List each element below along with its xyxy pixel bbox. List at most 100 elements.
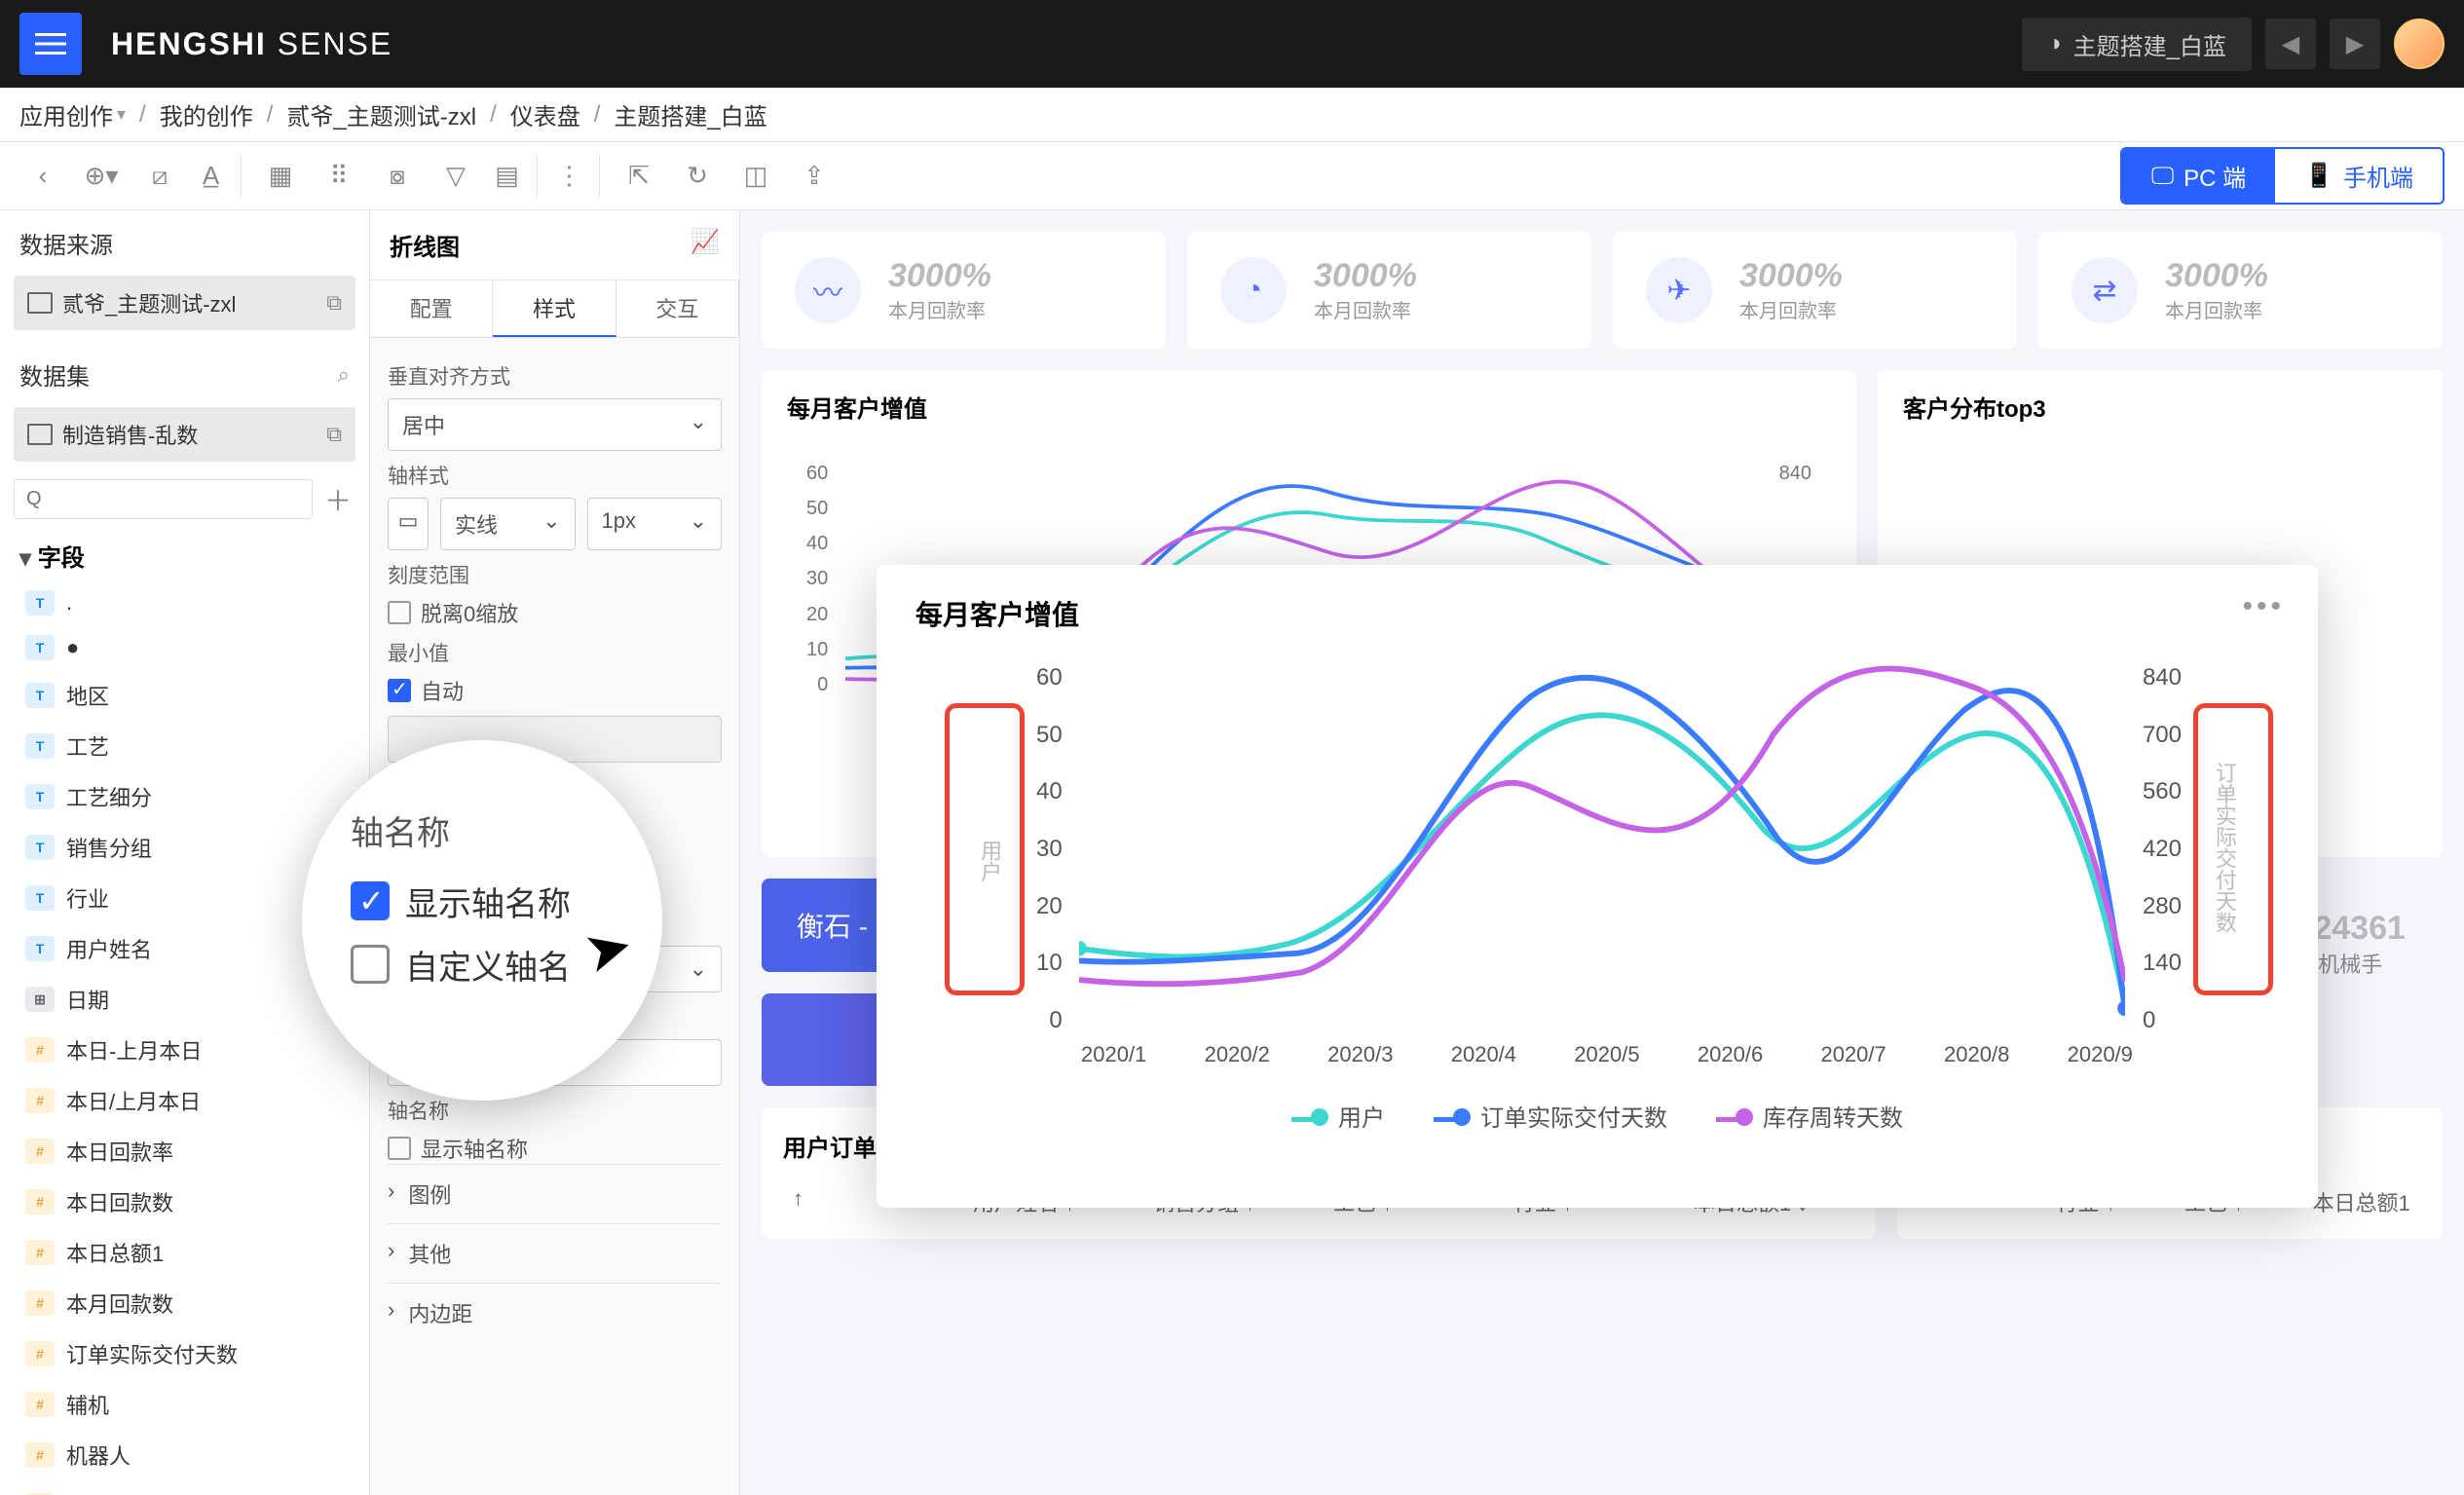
valign-select[interactable]: 居中⌄ — [388, 398, 722, 451]
grid-icon[interactable]: ▤ — [491, 153, 538, 200]
chart-icon[interactable]: ⧄ — [136, 153, 183, 200]
field-name: 本日总额1 — [66, 1237, 164, 1268]
th[interactable]: 本日总额1 — [2313, 1186, 2412, 1217]
type-badge: T — [25, 835, 55, 860]
type-badge: T — [25, 885, 55, 911]
field-item[interactable]: T工艺 — [0, 721, 369, 771]
range-label: 刻度范围 — [388, 560, 722, 589]
line-chart-icon[interactable]: 📈 — [691, 228, 720, 262]
field-item[interactable]: #机器人 — [0, 1430, 369, 1480]
kpi-card[interactable]: ◔3000%本月回款率 — [1187, 232, 1591, 349]
field-item[interactable]: #本月回款数 — [0, 1278, 369, 1328]
axis-color[interactable]: ▭ — [388, 498, 429, 550]
theme-selector[interactable]: ◑ 主题搭建_白蓝 — [2022, 18, 2252, 71]
field-name: 本日回款率 — [66, 1136, 173, 1167]
nav-prev[interactable]: ◀ — [2265, 19, 2316, 69]
field-item[interactable]: T工艺细分 — [0, 771, 369, 822]
crumb[interactable]: 我的创作 — [160, 97, 253, 131]
device-mobile[interactable]: 📱手机端 — [2275, 149, 2443, 203]
refresh-icon[interactable]: ↻ — [674, 153, 721, 200]
crumb[interactable]: 仪表盘 — [510, 97, 580, 131]
crumb[interactable]: 贰爷_主题测试-zxl — [286, 97, 476, 131]
field-item[interactable]: #本日回款率 — [0, 1126, 369, 1177]
zoom-icon[interactable]: ⊕▾ — [78, 153, 125, 200]
field-name: 辅机 — [66, 1389, 109, 1420]
crumb[interactable]: 应用创作 — [19, 97, 113, 131]
more-icon[interactable]: ⋮ — [553, 153, 600, 200]
auto-checkbox[interactable]: 自动 — [388, 675, 722, 706]
field-item[interactable]: #本日/上月本日 — [0, 1075, 369, 1126]
popup-title: 每月客户增值 — [915, 594, 2279, 633]
field-item[interactable]: #辅机 — [0, 1379, 369, 1430]
show-axis-name-checkbox[interactable]: 显示轴名称 — [388, 1133, 722, 1164]
type-badge: T — [25, 635, 55, 660]
line-width-select[interactable]: 1px⌄ — [587, 498, 723, 550]
tab-config[interactable]: 配置 — [370, 280, 493, 337]
topbar: HENGSHI SENSE ◑ 主题搭建_白蓝 ◀ ▶ — [0, 0, 2464, 88]
field-name: . — [66, 590, 72, 616]
field-item[interactable]: # 本日-上月本日 — [0, 1025, 369, 1075]
field-item[interactable]: # 本日回款数 — [0, 1177, 369, 1227]
popup-more[interactable]: ••• — [2242, 590, 2285, 623]
phone-icon: 📱 — [2304, 162, 2333, 190]
stack-icon: ⧉ — [326, 422, 342, 447]
zero-scale-checkbox[interactable]: 脱离0缩放 — [388, 597, 722, 628]
blocks-icon[interactable]: ⠿ — [316, 153, 362, 200]
tab-style[interactable]: 样式 — [493, 280, 616, 337]
nav-next[interactable]: ▶ — [2330, 19, 2380, 69]
tab-interact[interactable]: 交互 — [616, 280, 739, 337]
share-icon[interactable]: ⇪ — [791, 153, 838, 200]
kpi-icon: ◔ — [1220, 257, 1287, 323]
type-badge: # — [25, 1341, 55, 1366]
kpi-value: 3000% — [2165, 257, 2268, 295]
field-item[interactable]: T. — [0, 580, 369, 625]
field-item[interactable]: T● — [0, 625, 369, 670]
device-pc[interactable]: 🖵PC 端 — [2122, 149, 2275, 203]
type-badge: T — [25, 590, 55, 616]
dataset-item[interactable]: 制造销售-乱数⧉ — [14, 407, 355, 462]
zoom-show-axis-name[interactable]: 显示轴名称 — [351, 878, 623, 925]
datasource-item[interactable]: 贰爷_主题测试-zxl⧉ — [14, 276, 355, 330]
back-icon[interactable]: ‹ — [19, 153, 66, 200]
search-icon[interactable]: ⌕ — [338, 362, 350, 388]
preview-icon[interactable]: ◫ — [732, 153, 779, 200]
type-badge: # — [25, 1189, 55, 1215]
y-left-label: 用户 — [974, 840, 1005, 882]
field-name: 日期 — [66, 984, 109, 1015]
kpi-card[interactable]: 〰3000%本月回款率 — [762, 232, 1166, 349]
line-type-select[interactable]: 实线⌄ — [440, 498, 576, 550]
text-icon[interactable]: A̲ — [195, 153, 242, 200]
field-name: 行业 — [66, 882, 109, 914]
field-name: 工艺 — [66, 730, 109, 762]
kpi-card[interactable]: ⇄3000%本月回款率 — [2038, 232, 2443, 349]
filter-icon[interactable]: ▽ — [432, 153, 479, 200]
field-item[interactable]: #订单实际交付天数 — [0, 1328, 369, 1379]
accordion-other[interactable]: ›其他 — [388, 1223, 722, 1283]
card-title: 客户分布top3 — [1903, 390, 2417, 424]
export-icon[interactable]: ⇱ — [616, 153, 662, 200]
field-name: ● — [66, 635, 79, 660]
field-name: 工艺细分 — [66, 781, 152, 812]
add-field[interactable]: ＋ — [320, 482, 355, 517]
field-item[interactable]: T地区 — [0, 670, 369, 721]
type-badge: T — [25, 936, 55, 961]
source-header: 数据来源 — [0, 210, 369, 276]
field-item[interactable]: #本日总额1 — [0, 1227, 369, 1278]
table-icon[interactable]: ⧇ — [374, 153, 421, 200]
type-badge: # — [25, 1037, 55, 1063]
accordion-legend[interactable]: ›图例 — [388, 1164, 722, 1223]
form-icon[interactable]: ▦ — [257, 153, 304, 200]
y-right-label: 订单实际交付天数 — [2209, 762, 2240, 933]
field-name: 销售分组 — [66, 832, 152, 863]
field-item[interactable]: #机械手 — [0, 1480, 369, 1495]
field-name: 本日回款数 — [66, 1186, 173, 1217]
avatar[interactable] — [2394, 19, 2445, 69]
kpi-label: 本月回款率 — [2165, 295, 2268, 323]
field-search-input[interactable] — [14, 479, 313, 519]
crumb[interactable]: 主题搭建_白蓝 — [614, 97, 766, 131]
kpi-card[interactable]: ✈3000%本月回款率 — [1613, 232, 2017, 349]
hamburger-menu[interactable] — [19, 13, 82, 75]
field-name: 本日-上月本日 — [66, 1034, 202, 1065]
accordion-padding[interactable]: ›内边距 — [388, 1283, 722, 1342]
fields-header[interactable]: 字段 — [0, 525, 369, 580]
